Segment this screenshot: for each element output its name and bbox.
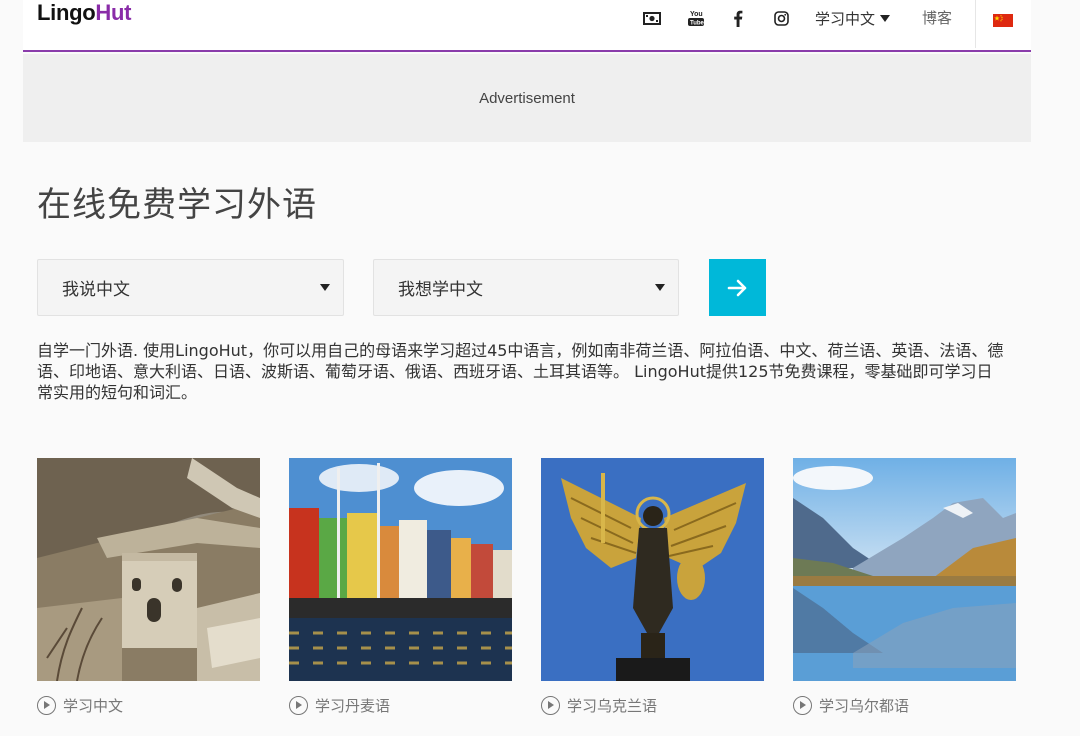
play-circle-icon [541,696,560,715]
svg-text:You: You [690,11,703,18]
money-icon[interactable] [642,8,662,28]
native-language-value: 我说中文 [62,280,130,300]
caret-down-icon [320,284,330,291]
svg-text:Tube: Tube [690,21,704,27]
play-circle-icon [289,696,308,715]
course-label: 学习丹麦语 [315,697,391,715]
blog-link[interactable]: 博客 [922,7,952,29]
caret-down-icon [880,14,891,22]
course-card-ukrainian: 学习乌克兰语 [541,458,764,716]
site-header: LingoHut You Tube 学习中文 博客 [23,0,1031,52]
course-label: 学习乌尔都语 [819,697,910,715]
arrow-right-icon [727,279,746,296]
page-title: 在线免费学习外语 [37,185,317,225]
lingohut-logo[interactable]: LingoHut [37,0,131,26]
course-link-danish[interactable]: 学习丹麦语 [289,695,512,716]
advertisement-label: Advertisement [479,89,575,107]
play-circle-icon [37,696,56,715]
archangel-statue-image[interactable] [541,458,764,681]
instagram-icon[interactable] [771,8,791,28]
target-language-value: 我想学中文 [398,280,483,300]
mountain-lake-image[interactable] [793,458,1016,681]
play-circle-icon [793,696,812,715]
caret-down-icon [655,284,665,291]
go-button[interactable] [709,259,766,316]
interface-language-dropdown[interactable]: 学习中文 [815,7,891,29]
advertisement-banner[interactable]: Advertisement [23,54,1031,142]
facebook-icon[interactable] [728,8,748,28]
course-link-urdu[interactable]: 学习乌尔都语 [793,695,1016,716]
course-link-chinese[interactable]: 学习中文 [37,695,260,716]
nyhavn-image[interactable] [289,458,512,681]
header-divider [975,0,976,48]
course-card-danish: 学习丹麦语 [289,458,512,716]
china-flag-icon[interactable] [993,12,1013,27]
course-label: 学习乌克兰语 [567,697,658,715]
course-card-chinese: 学习中文 [37,458,260,716]
intro-paragraph: 自学一门外语. 使用LingoHut，你可以用自己的母语来学习超过45中语言，例… [37,341,1004,402]
page: LingoHut You Tube 学习中文 博客 Advertisement 在… [23,0,1031,736]
course-card-urdu: 学习乌尔都语 [793,458,1016,716]
great-wall-image[interactable] [37,458,260,681]
interface-language-label: 学习中文 [815,9,876,28]
youtube-icon[interactable]: You Tube [686,8,706,28]
course-link-ukrainian[interactable]: 学习乌克兰语 [541,695,764,716]
native-language-select[interactable]: 我说中文 [37,259,344,316]
target-language-select[interactable]: 我想学中文 [373,259,679,316]
course-label: 学习中文 [63,697,124,715]
